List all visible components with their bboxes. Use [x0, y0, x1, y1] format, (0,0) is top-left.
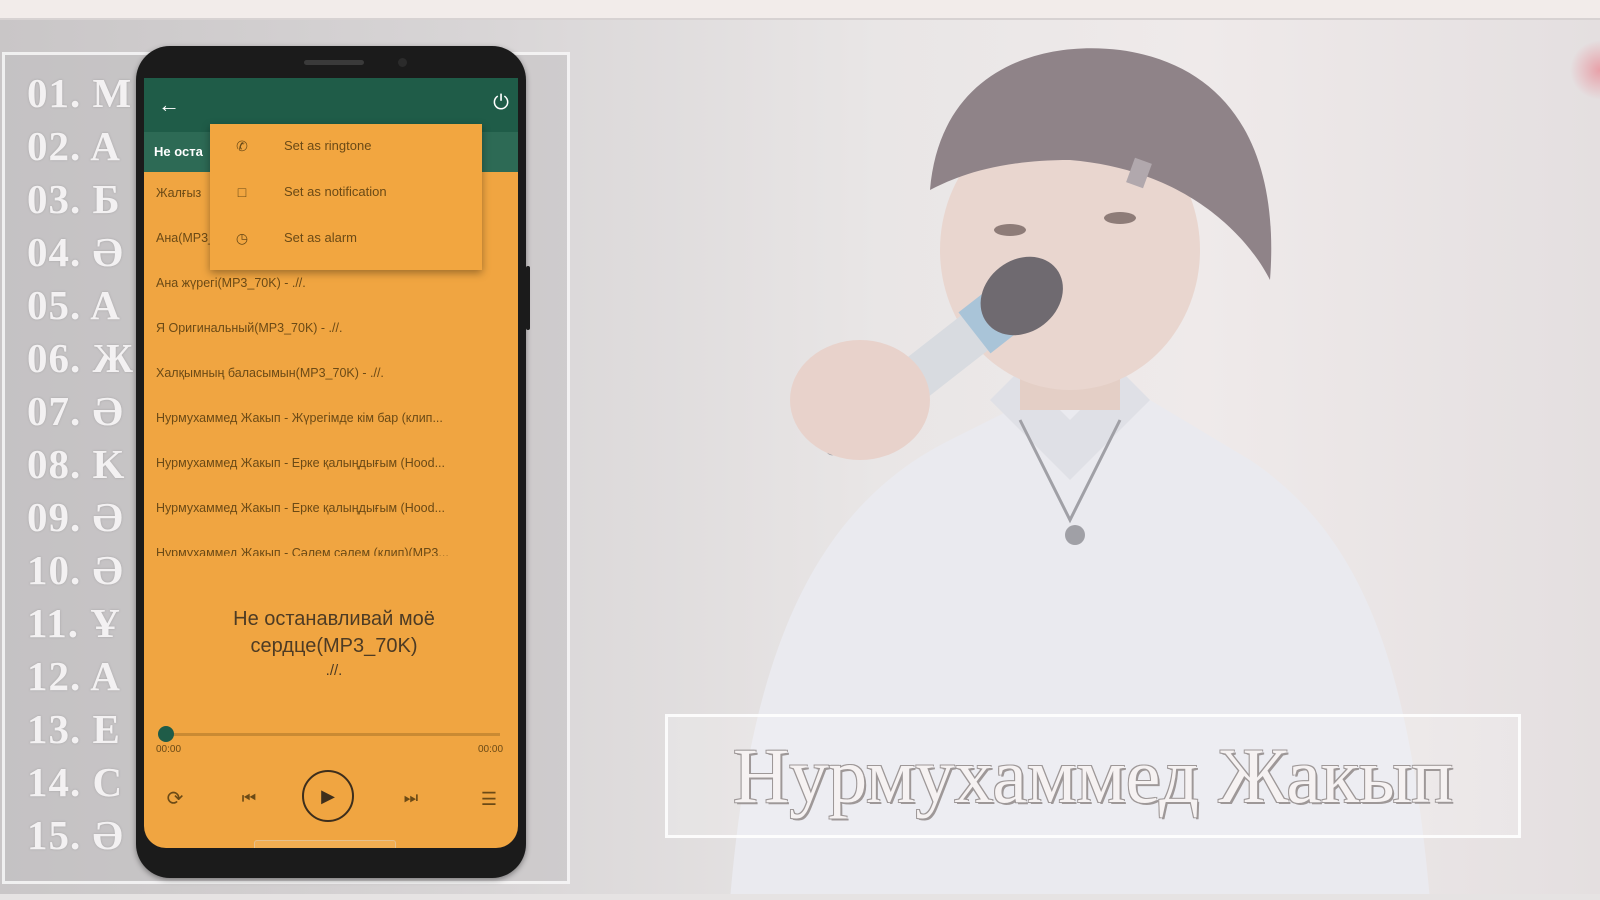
background-track: 04. Ә — [27, 229, 124, 275]
background-track: 07. Ә — [27, 388, 124, 434]
alarm-icon: ◷ — [235, 230, 249, 246]
power-icon[interactable]: ⏻ — [488, 90, 514, 116]
background-track: 15. Ә — [27, 812, 124, 858]
previous-track-icon[interactable]: ⏮ — [234, 784, 264, 814]
phone-ring-icon: ✆ — [236, 138, 248, 154]
menu-item-label: Set as alarm — [284, 230, 357, 245]
sleep-timer-button[interactable]: ☾ Sleep timer — [254, 840, 396, 848]
phone-frame: ← ⏻ Не оста Жалғыз Ана(MP3_70K) - .//. А… — [136, 46, 526, 878]
background-track: 09. Ә — [27, 494, 124, 540]
background-track: 11. Ұ — [27, 600, 121, 646]
background-track: 03. Б — [27, 176, 121, 222]
song-list-item[interactable]: Нурмухаммед Жакып - Ерке қалыңдығым (Hoo… — [156, 501, 506, 515]
phone-screen: ← ⏻ Не оста Жалғыз Ана(MP3_70K) - .//. А… — [144, 78, 518, 848]
song-list-item[interactable]: Халқымның баласымын(MP3_70K) - .//. — [156, 366, 506, 380]
background-track: 08. K — [27, 441, 126, 487]
decorative-dot — [1570, 40, 1600, 100]
play-button[interactable]: ▶ — [302, 770, 354, 822]
song-list-item[interactable]: Нурмухаммед Жакып - Жүрегімде кім бар (к… — [156, 411, 506, 425]
background-track: 10. Ә — [27, 547, 124, 593]
now-playing-title: Не останавливай моё сердце(MP3_70K) — [233, 608, 435, 657]
total-time: 00:00 — [478, 744, 504, 755]
artist-name-banner: Нурмухаммед Жакып — [665, 714, 1521, 838]
song-list-item[interactable]: Нурмухаммед Жакып - Ерке қалыңдығым (Hoo… — [156, 456, 506, 470]
progress-knob[interactable] — [158, 726, 174, 742]
song-options-menu: ✆ Set as ringtone □ Set as notification … — [210, 124, 482, 270]
phone-camera — [398, 58, 407, 67]
phone-side-button — [526, 266, 530, 330]
menu-item-label: Set as notification — [284, 184, 387, 199]
menu-item-set-ringtone[interactable]: ✆ Set as ringtone — [210, 124, 482, 170]
song-list-item[interactable]: Нурмухаммед Жакып - Сәлем сәлем (клип)(M… — [156, 546, 506, 556]
background-track: 13. E — [27, 706, 121, 752]
elapsed-time: 00:00 — [156, 744, 182, 755]
arrow-left-icon[interactable]: ← — [154, 90, 184, 120]
menu-item-label: Set as ringtone — [284, 138, 372, 153]
queue-icon[interactable]: ☰ — [474, 784, 504, 814]
menu-item-set-alarm[interactable]: ◷ Set as alarm — [210, 216, 482, 262]
bottom-bar — [0, 894, 1600, 900]
background-track: 05. A — [27, 282, 121, 328]
message-icon: □ — [237, 184, 247, 200]
now-playing-artist: .//. — [325, 662, 343, 679]
background-track: 12. A — [27, 653, 121, 699]
background-track: 14. C — [27, 759, 124, 805]
repeat-icon[interactable]: ⟳ — [160, 784, 190, 814]
background-track: 01. M — [27, 70, 133, 116]
artist-name: Нурмухаммед Жакып — [732, 732, 1454, 819]
progress-bar[interactable] — [164, 733, 500, 736]
now-playing-strip-title: Не оста — [154, 144, 203, 159]
song-list-item[interactable]: Я Оригинальный(MP3_70K) - .//. — [156, 321, 506, 335]
background-track: 02. A — [27, 123, 121, 169]
phone-speaker — [304, 60, 364, 65]
top-bar — [0, 0, 1600, 20]
background-track: 06. Ж — [27, 335, 135, 381]
menu-item-set-notification[interactable]: □ Set as notification — [210, 170, 482, 216]
next-track-icon[interactable]: ⏭ — [396, 784, 426, 814]
song-list-item[interactable]: Ана жүрегі(MP3_70K) - .//. — [156, 276, 506, 290]
